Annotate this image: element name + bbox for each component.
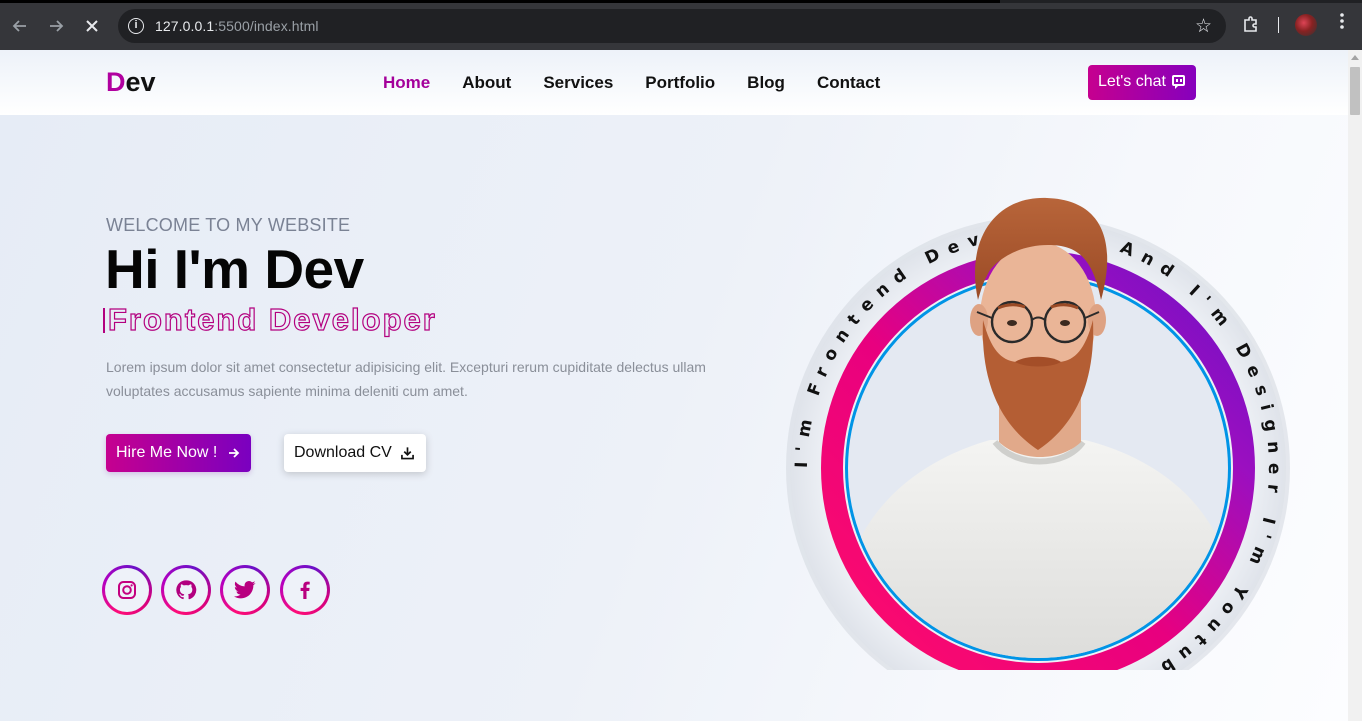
nav-home[interactable]: Home xyxy=(383,73,430,93)
site-info-icon[interactable]: i xyxy=(128,18,144,34)
nav-services[interactable]: Services xyxy=(543,73,613,93)
logo-initial: D xyxy=(106,67,126,97)
typing-caret xyxy=(103,308,105,333)
arrow-right-icon xyxy=(228,443,240,463)
tab-strip xyxy=(0,0,1362,3)
nav-blog[interactable]: Blog xyxy=(747,73,785,93)
logo-rest: ev xyxy=(125,67,156,97)
site-header: Dev Home About Services Portfolio Blog C… xyxy=(0,50,1348,115)
cv-label: Download CV xyxy=(294,444,392,461)
hero-headline: Hi I'm Dev xyxy=(105,238,364,300)
hero-portrait-ring: I'm Frontend Developer And I'm Designer … xyxy=(786,197,1290,670)
lets-chat-button[interactable]: Let's chat xyxy=(1088,65,1196,100)
instagram-icon xyxy=(118,581,136,599)
active-tab[interactable] xyxy=(0,0,1000,3)
nav-contact[interactable]: Contact xyxy=(817,73,880,93)
facebook-link[interactable] xyxy=(280,565,330,615)
facebook-icon xyxy=(300,581,310,599)
browser-toolbar: i 127.0.0.1:5500/index.html ☆ xyxy=(0,0,1362,50)
stop-loading-button[interactable] xyxy=(80,14,104,38)
scrollbar-thumb[interactable] xyxy=(1350,67,1360,115)
download-cv-button[interactable]: Download CV xyxy=(284,434,426,472)
hire-me-button[interactable]: Hire Me Now ! xyxy=(106,434,251,472)
hero-description: Lorem ipsum dolor sit amet consectetur a… xyxy=(106,359,706,399)
welcome-text: WELCOME TO MY WEBSITE xyxy=(106,215,351,235)
url-text[interactable]: 127.0.0.1:5500/index.html xyxy=(155,18,319,34)
bookmark-star-icon[interactable]: ☆ xyxy=(1195,15,1212,38)
hire-label: Hire Me Now ! xyxy=(116,444,218,461)
main-nav: Home About Services Portfolio Blog Conta… xyxy=(383,73,880,93)
site-logo[interactable]: Dev xyxy=(106,67,156,98)
instagram-link[interactable] xyxy=(102,565,152,615)
nav-portfolio[interactable]: Portfolio xyxy=(645,73,715,93)
download-icon xyxy=(401,447,414,460)
extensions-puzzle-icon[interactable] xyxy=(1242,15,1260,33)
address-bar[interactable]: i 127.0.0.1:5500/index.html ☆ xyxy=(118,9,1226,43)
nav-about[interactable]: About xyxy=(462,73,511,93)
github-icon xyxy=(176,580,197,600)
github-link[interactable] xyxy=(161,565,211,615)
webpage: Dev Home About Services Portfolio Blog C… xyxy=(0,50,1348,721)
arrow-right-icon xyxy=(50,20,64,32)
forward-button[interactable] xyxy=(44,14,68,38)
back-button[interactable] xyxy=(8,14,32,38)
toolbar-divider xyxy=(1278,17,1279,33)
twitter-icon xyxy=(234,581,256,599)
twitter-link[interactable] xyxy=(220,565,270,615)
url-path: :5500/index.html xyxy=(214,18,319,34)
more-menu-icon[interactable] xyxy=(1334,13,1350,29)
profile-avatar[interactable] xyxy=(1295,14,1317,36)
chat-label: Let's chat xyxy=(1098,73,1166,90)
url-host: 127.0.0.1 xyxy=(155,18,215,34)
chat-bubble-icon xyxy=(1172,75,1185,89)
hero-role: Frontend Developer xyxy=(107,301,437,337)
scroll-up-arrow-icon[interactable] xyxy=(1351,55,1359,60)
arrow-left-icon xyxy=(12,20,26,32)
close-icon xyxy=(86,20,98,32)
page-scrollbar[interactable] xyxy=(1348,50,1362,721)
